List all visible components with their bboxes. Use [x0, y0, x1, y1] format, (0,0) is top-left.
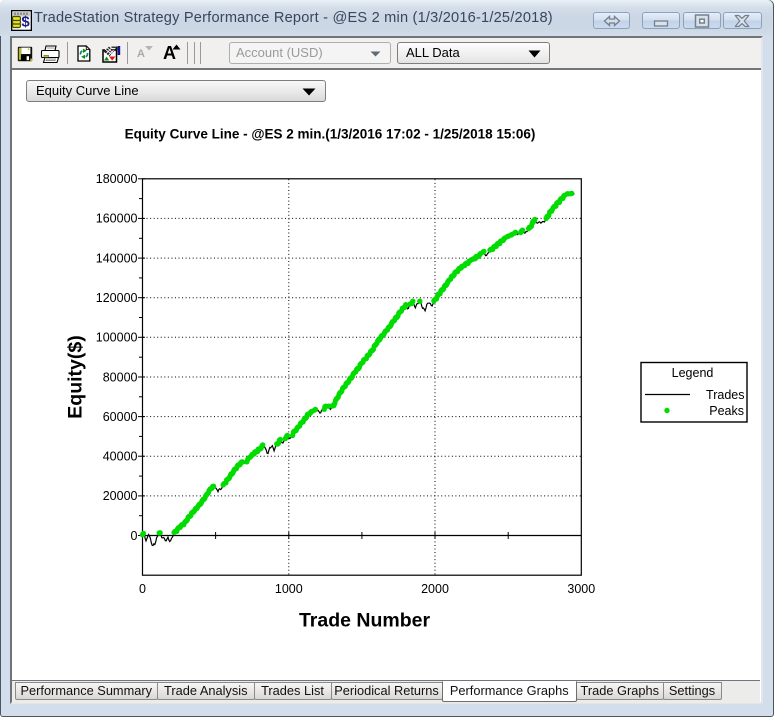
- svg-text:$: $: [21, 14, 30, 31]
- svg-text:1000: 1000: [275, 582, 303, 596]
- svg-text:Trade Number: Trade Number: [299, 609, 431, 631]
- svg-text:20000: 20000: [103, 489, 138, 503]
- svg-text:100000: 100000: [96, 330, 138, 344]
- svg-text:60000: 60000: [103, 409, 138, 423]
- svg-text:Trades: Trades: [706, 387, 744, 401]
- svg-text:2000: 2000: [421, 582, 449, 596]
- svg-text:80000: 80000: [103, 370, 138, 384]
- svg-text:0: 0: [131, 528, 138, 542]
- svg-text:0: 0: [139, 582, 146, 596]
- svg-text:120000: 120000: [96, 291, 138, 305]
- svg-text:140000: 140000: [96, 251, 138, 265]
- svg-text:3000: 3000: [567, 582, 595, 596]
- svg-text:Equity($): Equity($): [65, 335, 87, 418]
- svg-text:Peaks: Peaks: [709, 403, 744, 417]
- svg-text:160000: 160000: [96, 211, 138, 225]
- svg-text:180000: 180000: [96, 172, 138, 186]
- svg-text:Equity Curve Line - @ES 2 min.: Equity Curve Line - @ES 2 min.(1/3/2016 …: [125, 126, 536, 141]
- svg-text:Legend: Legend: [672, 366, 714, 380]
- svg-text:40000: 40000: [103, 449, 138, 463]
